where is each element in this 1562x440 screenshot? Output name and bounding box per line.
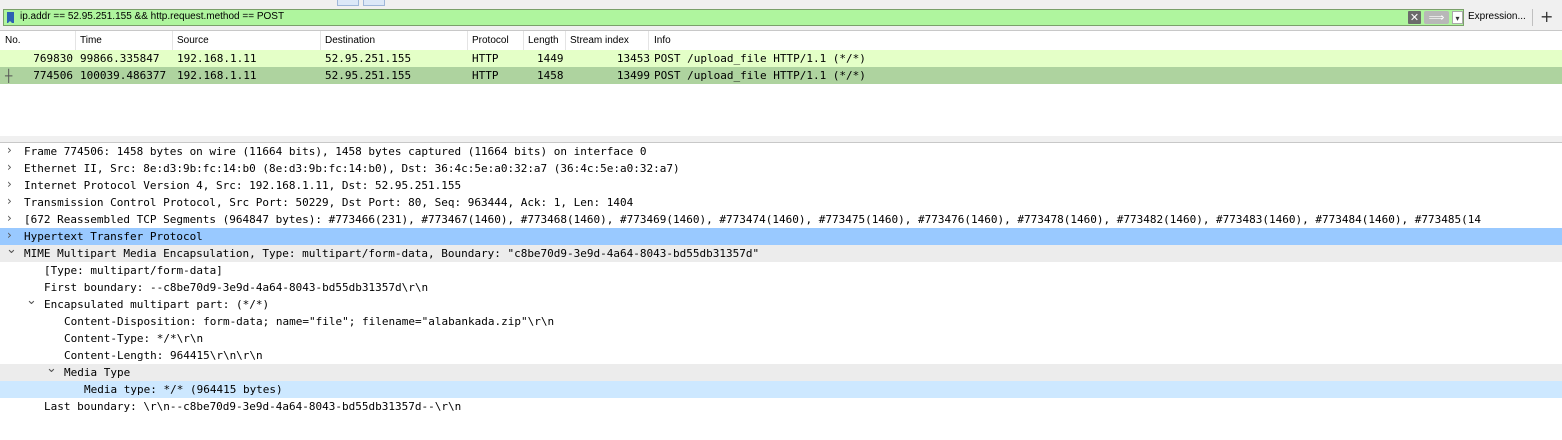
cell-info: POST /upload_file HTTP/1.1 (*/*) [654,69,866,82]
tree-item-label: Content-Type: */*\r\n [64,332,204,345]
separator [1532,9,1533,26]
expand-arrow-icon[interactable]: › [7,194,12,208]
packet-details-tree[interactable]: › Frame 774506: 1458 bytes on wire (1166… [0,143,1562,440]
cell-destination: 52.95.251.155 [325,52,412,65]
column-header-source[interactable]: Source [177,35,209,46]
tree-item-label: Frame 774506: 1458 bytes on wire (11664 … [24,145,647,158]
cell-info: POST /upload_file HTTP/1.1 (*/*) [654,52,866,65]
tree-item-mime-multipart[interactable]: ⌄ MIME Multipart Media Encapsulation, Ty… [0,245,1562,262]
tree-item-ethernet[interactable]: › Ethernet II, Src: 8e:d3:9b:fc:14:b0 (8… [0,160,1562,177]
packet-row-selected[interactable]: ┼ 774506 100039.486377 192.168.1.11 52.9… [0,67,1562,84]
tree-item-first-boundary[interactable]: First boundary: --c8be70d9-3e9d-4a64-804… [0,279,1562,296]
expand-arrow-icon[interactable]: › [7,143,12,157]
cell-destination: 52.95.251.155 [325,69,412,82]
cell-no: 774506 [33,69,73,82]
display-filter-input[interactable]: ip.addr == 52.95.251.155 && http.request… [3,9,1464,26]
cell-no: 769830 [33,52,73,65]
cell-source: 192.168.1.11 [177,52,257,65]
expand-arrow-icon[interactable]: › [7,160,12,174]
tree-item-label: Content-Length: 964415\r\n\r\n [64,349,263,362]
tree-item-label: Content-Disposition: form-data; name="fi… [64,315,555,328]
cell-stream-index: 13499 [616,69,650,82]
tree-item-label: Ethernet II, Src: 8e:d3:9b:fc:14:b0 (8e:… [24,162,680,175]
tree-item-media-type-group[interactable]: ⌄ Media Type [0,364,1562,381]
tree-item-content-length[interactable]: Content-Length: 964415\r\n\r\n [0,347,1562,364]
tree-item-label: First boundary: --c8be70d9-3e9d-4a64-804… [44,281,429,294]
tree-item-ipv4[interactable]: › Internet Protocol Version 4, Src: 192.… [0,177,1562,194]
tree-item-http[interactable]: › Hypertext Transfer Protocol [0,228,1562,245]
column-header-no[interactable]: No. [5,35,21,46]
packet-list[interactable]: No. Time Source Destination Protocol Len… [0,31,1562,137]
filter-text: ip.addr == 52.95.251.155 && http.request… [20,11,285,22]
cell-protocol: HTTP [472,69,499,82]
column-header-length[interactable]: Length [528,35,559,46]
tree-item-encapsulated-part[interactable]: ⌄ Encapsulated multipart part: (*/*) [0,296,1562,313]
display-filter-bar: ip.addr == 52.95.251.155 && http.request… [0,6,1562,31]
tree-item-label: Internet Protocol Version 4, Src: 192.16… [24,179,462,192]
bookmark-icon[interactable] [7,12,14,24]
apply-filter-icon[interactable]: ⟹ [1424,11,1449,24]
tree-item-frame[interactable]: › Frame 774506: 1458 bytes on wire (1166… [0,143,1562,160]
cell-length: 1449 [537,52,564,65]
tree-item-label: [672 Reassembled TCP Segments (964847 by… [24,213,1481,226]
cell-protocol: HTTP [472,52,499,65]
tree-item-reassembled-segments[interactable]: › [672 Reassembled TCP Segments (964847 … [0,211,1562,228]
tree-item-last-boundary[interactable]: Last boundary: \r\n--c8be70d9-3e9d-4a64-… [0,398,1562,415]
tree-item-type[interactable]: [Type: multipart/form-data] [0,262,1562,279]
tree-item-content-disposition[interactable]: Content-Disposition: form-data; name="fi… [0,313,1562,330]
collapse-arrow-icon[interactable]: ⌄ [6,245,17,257]
packet-list-header: No. Time Source Destination Protocol Len… [0,31,1562,51]
packet-row[interactable]: 769830 99866.335847 192.168.1.11 52.95.2… [0,50,1562,67]
cell-source: 192.168.1.11 [177,69,257,82]
column-header-stream-index[interactable]: Stream index [570,35,629,46]
clear-filter-icon[interactable]: ✕ [1408,11,1421,24]
column-header-destination[interactable]: Destination [325,35,375,46]
collapse-arrow-icon[interactable]: ⌄ [46,364,57,376]
cell-stream-index: 13453 [616,52,650,65]
add-filter-button[interactable]: + [1540,7,1553,27]
pane-splitter[interactable] [0,136,1562,143]
expression-button[interactable]: Expression... [1468,11,1526,22]
column-header-time[interactable]: Time [80,35,102,46]
expand-arrow-icon[interactable]: › [7,211,12,225]
tree-item-label: Encapsulated multipart part: (*/*) [44,298,270,311]
filter-history-dropdown-icon[interactable]: ▾ [1452,11,1463,24]
cell-time: 99866.335847 [80,52,160,65]
cell-time: 100039.486377 [80,69,167,82]
tree-item-label: [Type: multipart/form-data] [44,264,223,277]
tree-item-media-type[interactable]: Media type: */* (964415 bytes) [0,381,1562,398]
collapse-arrow-icon[interactable]: ⌄ [26,296,37,308]
tree-item-label: Media type: */* (964415 bytes) [84,383,283,396]
cell-length: 1458 [537,69,564,82]
column-header-protocol[interactable]: Protocol [472,35,509,46]
expand-arrow-icon[interactable]: › [7,177,12,191]
tree-item-label: Hypertext Transfer Protocol [24,230,203,243]
column-header-info[interactable]: Info [654,35,671,46]
tree-item-label: Transmission Control Protocol, Src Port:… [24,196,634,209]
tree-item-tcp[interactable]: › Transmission Control Protocol, Src Por… [0,194,1562,211]
tree-item-label: Last boundary: \r\n--c8be70d9-3e9d-4a64-… [44,400,462,413]
tree-item-label: MIME Multipart Media Encapsulation, Type… [24,247,760,260]
tree-item-label: Media Type [64,366,131,379]
tree-item-content-type[interactable]: Content-Type: */*\r\n [0,330,1562,347]
expand-arrow-icon[interactable]: › [7,228,12,242]
